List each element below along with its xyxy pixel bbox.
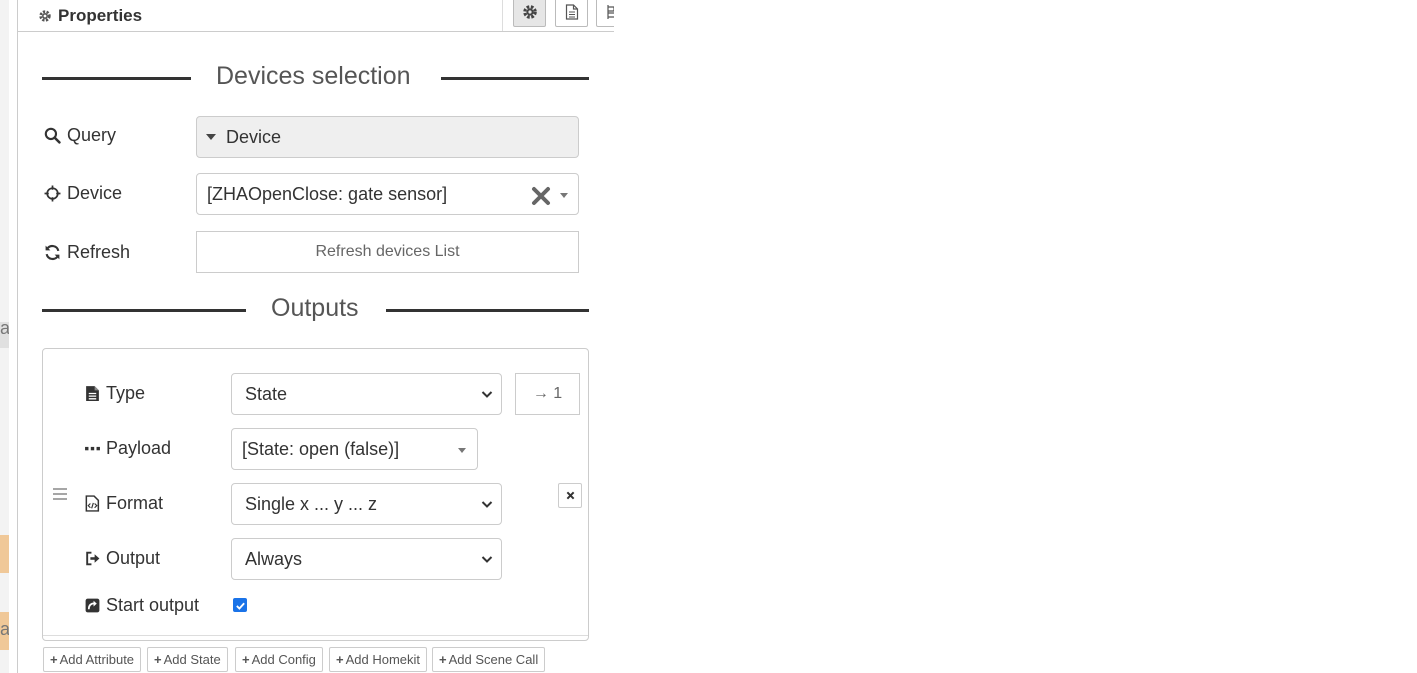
ellipsis-icon xyxy=(85,446,100,450)
type-value: State xyxy=(245,383,288,404)
file-text-icon xyxy=(86,385,99,401)
format-select[interactable]: Single x ... y ... z xyxy=(231,483,502,525)
layout-icon xyxy=(606,4,614,19)
divider xyxy=(441,77,589,80)
tab-properties[interactable]: Properties xyxy=(20,0,503,31)
devices-section-heading: Devices selection xyxy=(42,62,589,94)
device-label: Device xyxy=(67,182,123,203)
workspace-node-label: a xyxy=(0,619,9,639)
document-icon xyxy=(565,3,578,20)
add-scene-call-button[interactable]: + Add Scene Call xyxy=(432,647,546,672)
divider xyxy=(42,77,191,80)
format-label-row: Format xyxy=(85,492,163,514)
add-homekit-label: Add Homekit xyxy=(345,652,421,667)
add-attribute-button[interactable]: + Add Attribute xyxy=(43,647,142,672)
divider xyxy=(386,309,589,312)
remove-output-button[interactable] xyxy=(558,483,582,508)
search-icon xyxy=(44,127,61,144)
caret-down-icon xyxy=(458,448,466,453)
outputs-section-heading: Outputs xyxy=(42,294,589,326)
plus-icon: + xyxy=(154,652,162,667)
gear-icon xyxy=(522,4,537,19)
chevron-down-icon xyxy=(481,391,493,398)
refresh-devices-button[interactable]: Refresh devices List xyxy=(196,231,579,273)
chevron-down-icon xyxy=(481,556,493,563)
output-label-row: Output xyxy=(85,547,160,569)
share-square-icon xyxy=(85,598,100,612)
crosshairs-icon xyxy=(44,185,61,201)
output-port-button[interactable]: → 1 xyxy=(515,373,580,415)
add-attribute-label: Add Attribute xyxy=(59,652,135,667)
payload-select[interactable]: [State: open (false)] xyxy=(231,428,478,470)
gear-icon xyxy=(39,9,51,22)
panel-title: Properties xyxy=(58,5,143,25)
caret-down-icon xyxy=(560,193,568,198)
type-select[interactable]: State xyxy=(231,373,502,415)
refresh-label-row: Refresh xyxy=(44,241,130,263)
add-config-button[interactable]: + Add Config xyxy=(235,647,323,672)
query-label: Query xyxy=(67,124,117,145)
refresh-icon xyxy=(45,244,60,260)
devices-section-title: Devices selection xyxy=(216,62,411,90)
properties-panel: Properties Devices selection Query Devic… xyxy=(17,0,614,673)
plus-icon: + xyxy=(50,652,58,667)
plus-icon: + xyxy=(242,652,250,667)
panel-tabbar: Properties xyxy=(18,0,614,32)
payload-value: [State: open (false)] xyxy=(242,438,400,459)
checkmark-icon xyxy=(235,602,245,610)
appearance-tab-button[interactable] xyxy=(596,0,614,27)
query-label-row: Query xyxy=(44,124,116,146)
outputs-section-title: Outputs xyxy=(271,294,359,322)
settings-tab-button[interactable] xyxy=(513,0,546,27)
workspace-node xyxy=(0,535,9,573)
workspace-edge: a a xyxy=(0,0,9,673)
output-value: Always xyxy=(245,548,303,569)
workspace-node-label: a xyxy=(0,318,9,338)
payload-label-row: Payload xyxy=(85,437,171,459)
chevron-down-icon xyxy=(481,501,493,508)
add-homekit-button[interactable]: + Add Homekit xyxy=(329,647,428,672)
query-select[interactable]: Device xyxy=(196,116,579,158)
output-select[interactable]: Always xyxy=(231,538,502,580)
start-output-checkbox[interactable] xyxy=(233,598,247,612)
query-value: Device xyxy=(226,126,282,147)
format-value: Single x ... y ... z xyxy=(245,493,378,514)
add-scene-call-label: Add Scene Call xyxy=(448,652,539,667)
device-select[interactable]: [ZHAOpenClose: gate sensor] xyxy=(196,173,579,215)
add-state-button[interactable]: + Add State xyxy=(147,647,228,672)
caret-down-icon xyxy=(206,134,216,140)
start-output-label: Start output xyxy=(106,594,200,615)
description-tab-button[interactable] xyxy=(555,0,588,27)
plus-icon: + xyxy=(439,652,447,667)
type-label-row: Type xyxy=(85,382,145,404)
clear-icon[interactable] xyxy=(531,186,551,206)
payload-label: Payload xyxy=(106,437,172,458)
list-item-divider xyxy=(43,635,588,636)
plus-icon: + xyxy=(336,652,344,667)
output-label: Output xyxy=(106,547,161,568)
drag-handle-icon[interactable] xyxy=(52,487,68,501)
device-label-row: Device xyxy=(44,182,122,204)
divider xyxy=(42,309,246,312)
format-label: Format xyxy=(106,492,164,513)
start-output-label-row: Start output xyxy=(85,594,199,616)
file-code-icon xyxy=(85,494,100,512)
refresh-label: Refresh xyxy=(67,241,131,262)
type-label: Type xyxy=(106,382,146,403)
add-state-label: Add State xyxy=(163,652,221,667)
device-value: [ZHAOpenClose: gate sensor] xyxy=(207,183,448,204)
close-icon xyxy=(566,491,574,500)
add-config-label: Add Config xyxy=(251,652,316,667)
output-list: Type State → 1 Payload [State: open (fal… xyxy=(42,348,589,641)
sign-out-icon xyxy=(86,551,100,565)
